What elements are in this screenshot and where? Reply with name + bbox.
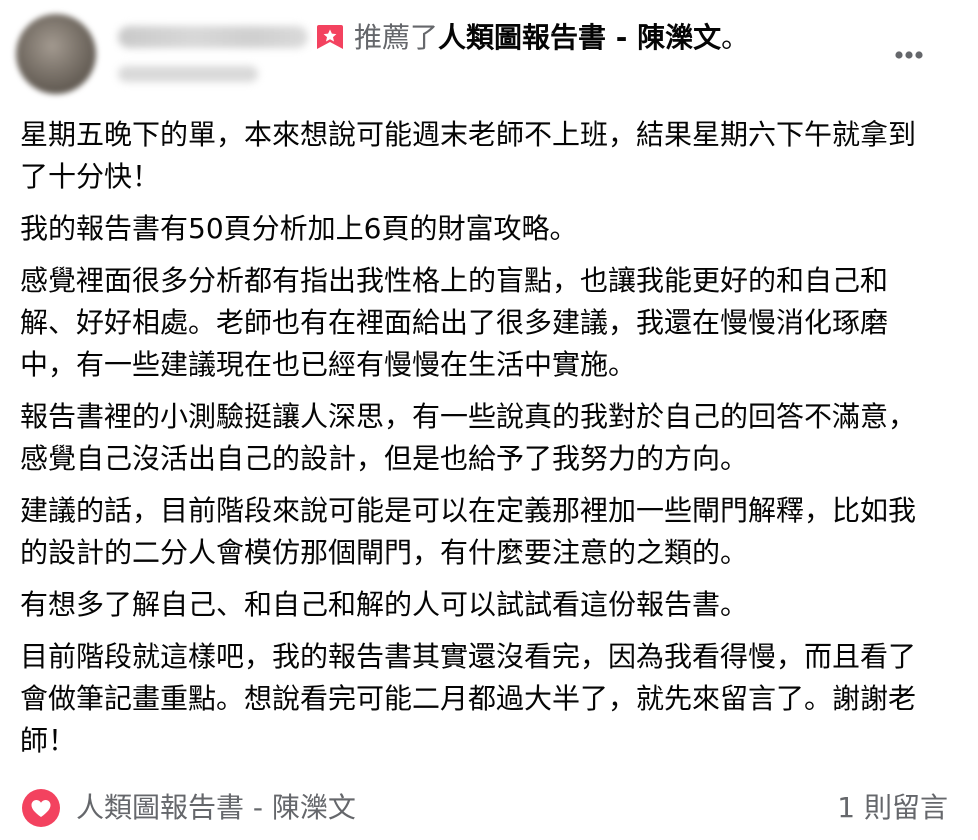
post-paragraph: 有想多了解自己、和自己和解的人可以試試看這份報告書。 (20, 588, 749, 621)
post-meta-redacted (118, 66, 258, 82)
post-paragraph: 目前階段就這樣吧，我的報告書其實還沒看完，因為我看得慢，而且看了會做筆記畫重點。… (20, 640, 917, 757)
recommend-period: 。 (721, 21, 750, 54)
post-header: 推薦了人類圖報告書 - 陳濼文。 (0, 0, 978, 110)
post-paragraph: 我的報告書有50頁分析加上6頁的財富攻略。 (20, 212, 578, 245)
post-paragraph: 報告書裡的小測驗挺讓人深思，有一些說真的我對於自己的回答不滿意，感覺自己沒活出自… (20, 400, 917, 475)
post-paragraph: 星期五晚下的單，本來想說可能週末老師不上班，結果星期六下午就拿到了十分快！ (20, 118, 917, 193)
page-name-link[interactable]: 人類圖報告書 - 陳濼文 (438, 21, 721, 54)
post-body: 星期五晚下的單，本來想說可能週末老師不上班，結果星期六下午就拿到了十分快！ 我的… (20, 114, 940, 772)
author-name-redacted[interactable] (118, 26, 308, 48)
footer-page-name-link[interactable]: 人類圖報告書 - 陳濼文 (76, 788, 356, 828)
comment-count-link[interactable]: 1 則留言 (837, 788, 948, 828)
post-paragraph: 建議的話，目前階段來說可能是可以在定義那裡加一些閘門解釋，比如我的設計的二分人會… (20, 494, 917, 569)
recommend-verb: 推薦了 (354, 21, 439, 54)
post-footer: 人類圖報告書 - 陳濼文 1 則留言 (0, 780, 978, 836)
heart-icon (22, 789, 60, 827)
more-options-button[interactable] (884, 40, 934, 70)
avatar[interactable] (16, 14, 96, 94)
recommend-flag-icon (317, 25, 343, 49)
post-paragraph: 感覺裡面很多分析都有指出我性格上的盲點，也讓我能更好的和自己和解、好好相處。老師… (20, 264, 889, 381)
recommendation-line: 推薦了人類圖報告書 - 陳濼文。 (354, 18, 749, 58)
